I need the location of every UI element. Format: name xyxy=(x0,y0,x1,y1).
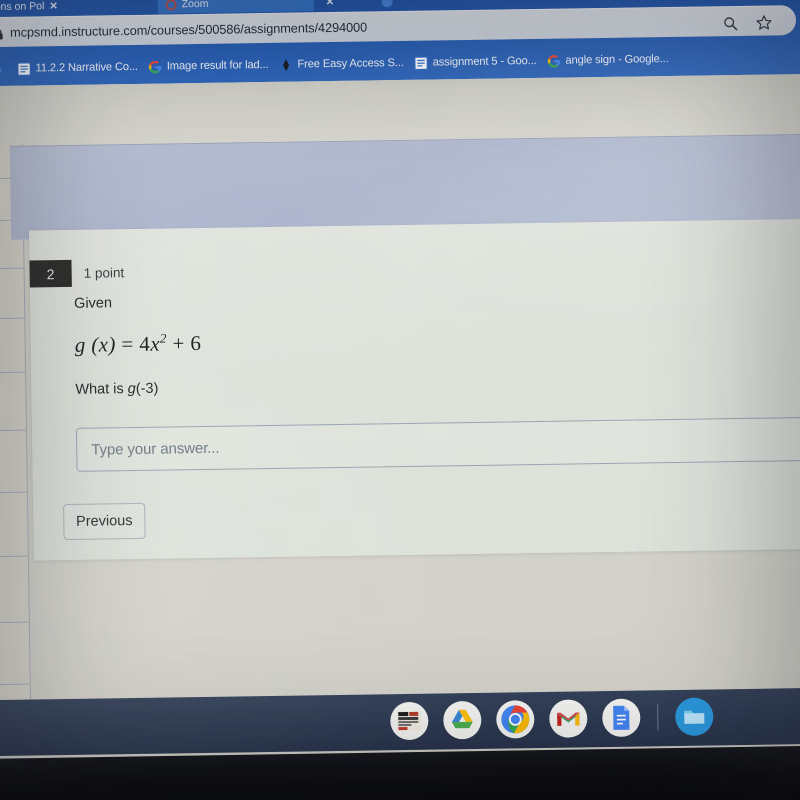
omnibox-actions xyxy=(723,14,772,31)
question-points-label: 1 point xyxy=(83,265,125,281)
address-bar[interactable]: mcpsmd.instructure.com/courses/500586/as… xyxy=(0,5,797,48)
star-icon[interactable] xyxy=(756,14,772,30)
google-docs-icon xyxy=(17,62,31,76)
prompt-argument: (-3) xyxy=(135,380,159,397)
shelf-app-icons xyxy=(390,697,714,741)
web-page-content: 2 1 point Given g (x) = 4x2 + 6 What is … xyxy=(0,73,800,707)
bookmark-item-3[interactable]: Free Easy Access S... xyxy=(275,54,411,73)
search-icon[interactable] xyxy=(723,16,738,31)
bookmark-item-5[interactable]: angle sign - Google... xyxy=(543,50,675,69)
sidebar-divider xyxy=(0,371,26,374)
shelf-separator xyxy=(657,704,659,731)
google-chrome-icon[interactable] xyxy=(496,700,535,739)
answer-input[interactable]: Type your answer... xyxy=(75,416,800,472)
bookmark-item-0[interactable] xyxy=(0,60,14,77)
question-prompt: What is g(-3) xyxy=(75,381,158,398)
prompt-prefix: What is xyxy=(75,381,128,398)
google-docs-icon xyxy=(414,56,428,70)
sidebar-divider xyxy=(0,621,29,624)
google-drive-icon[interactable] xyxy=(443,700,482,740)
bookmark-item-1[interactable]: 11.2.2 Narrative Co... xyxy=(13,58,144,77)
bookmark-label: 11.2.2 Narrative Co... xyxy=(35,60,138,75)
bookmark-label: assignment 5 - Goo... xyxy=(432,54,537,69)
bookmark-label: angle sign - Google... xyxy=(565,53,669,67)
formula-exponent: 2 xyxy=(159,330,167,346)
google-g-icon xyxy=(547,54,561,68)
lock-icon xyxy=(0,27,3,40)
url-text: mcpsmd.instructure.com/courses/500586/as… xyxy=(9,19,368,40)
diamond-icon xyxy=(279,58,292,71)
previous-button-label: Previous xyxy=(76,513,133,530)
google-g-icon xyxy=(149,60,162,73)
files-app-icon[interactable] xyxy=(675,697,714,737)
laptop-screen: ations on Pol ✕ Zoom ✕ mcpsmd.instructur… xyxy=(0,0,800,761)
sidebar-divider xyxy=(0,317,25,320)
bookmark-item-4[interactable]: assignment 5 - Goo... xyxy=(411,52,544,71)
photograph-of-laptop-screen: ations on Pol ✕ Zoom ✕ mcpsmd.instructur… xyxy=(0,0,800,800)
sidebar-divider xyxy=(0,267,24,270)
formula-constant: 6 xyxy=(190,330,202,356)
bookmark-label: Image result for lad... xyxy=(166,58,269,73)
question-number: 2 xyxy=(46,265,55,282)
google-docs-icon[interactable] xyxy=(602,698,641,738)
formula-equals: = xyxy=(121,332,134,357)
bookmark-label: Free Easy Access S... xyxy=(297,56,404,71)
previous-button[interactable]: Previous xyxy=(63,502,146,541)
formula-lhs: g (x) xyxy=(74,332,116,357)
sidebar-divider xyxy=(0,683,30,686)
sidebar-divider xyxy=(0,429,26,432)
bookmark-item-2[interactable]: Image result for lad... xyxy=(145,56,276,75)
given-label: Given xyxy=(73,295,113,312)
sidebar-divider xyxy=(0,491,27,494)
formula-plus: + xyxy=(172,331,185,356)
answer-placeholder: Type your answer... xyxy=(91,439,220,459)
news-app-icon[interactable] xyxy=(390,701,429,741)
sidebar-divider xyxy=(0,555,28,558)
chromeos-shelf xyxy=(0,687,800,757)
google-g-icon xyxy=(0,62,2,75)
question-number-badge: 2 xyxy=(29,259,72,288)
function-formula: g (x) = 4x2 + 6 xyxy=(75,330,202,358)
quiz-question-card: 2 1 point Given g (x) = 4x2 + 6 What is … xyxy=(29,218,800,561)
formula-coefficient: 4 xyxy=(139,331,151,356)
gmail-icon[interactable] xyxy=(549,699,588,738)
